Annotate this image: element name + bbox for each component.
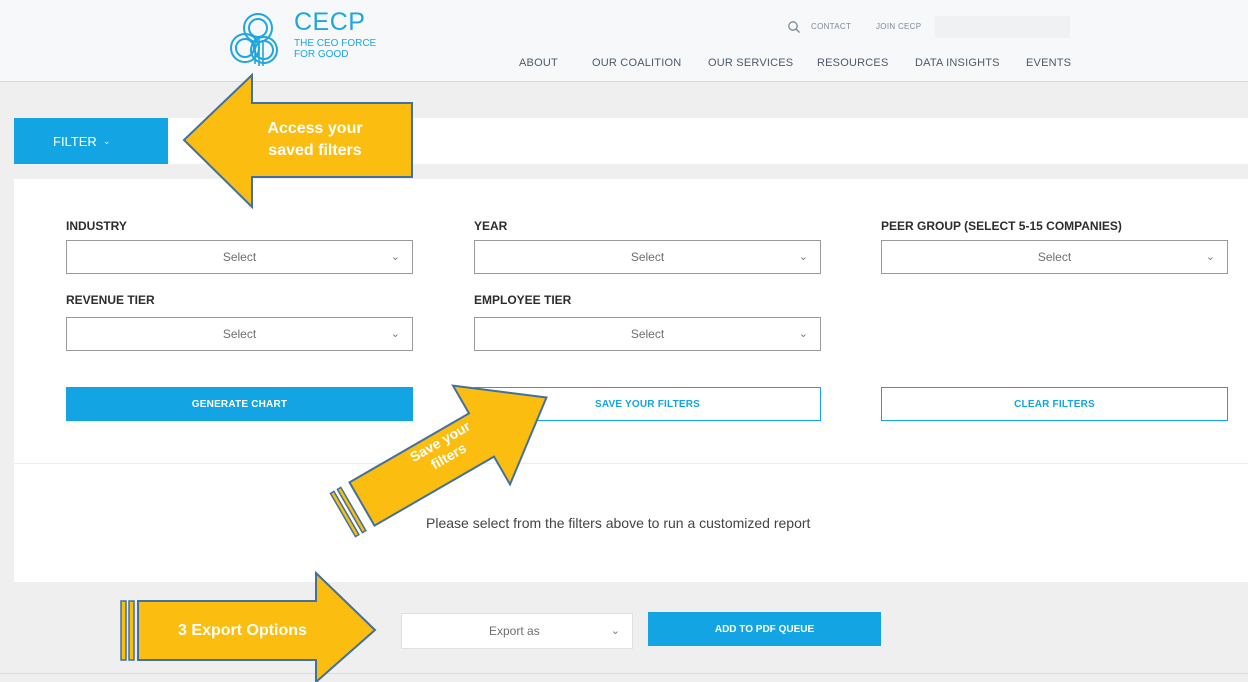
revenue-tier-select-value: Select (222, 327, 257, 341)
filter-button-label: FILTER (53, 133, 97, 149)
peer-group-select-value: Select (1037, 250, 1072, 264)
nav-resources[interactable]: RESOURCES (817, 57, 888, 69)
revenue-tier-select[interactable]: Select ⌄ (66, 317, 413, 351)
callout-export-options-text: 3 Export Options (178, 622, 307, 639)
search-icon[interactable] (787, 20, 801, 34)
chevron-down-icon: ⌄ (610, 625, 620, 637)
brand-name: CECP (294, 8, 366, 36)
year-select[interactable]: Select ⌄ (474, 240, 821, 274)
empty-report-message: Please select from the filters above to … (426, 515, 811, 531)
employee-tier-select-value: Select (630, 327, 665, 341)
panel-divider (14, 463, 1248, 464)
filter-panel: INDUSTRY Select ⌄ YEAR Select ⌄ PEER GRO… (14, 179, 1248, 582)
industry-label: INDUSTRY (66, 219, 127, 233)
contact-link[interactable]: CONTACT (811, 22, 851, 31)
industry-select-value: Select (222, 250, 257, 264)
nav-events[interactable]: EVENTS (1026, 57, 1071, 69)
filter-menu-button[interactable]: FILTER ⌄ (14, 118, 168, 164)
logo-rings-icon (230, 13, 278, 66)
site-header: CECP THE CEO FORCE FOR GOOD CONTACT JOIN… (0, 0, 1248, 82)
nav-our-services[interactable]: OUR SERVICES (708, 57, 793, 69)
callout-arrow-right (120, 570, 377, 682)
nav-our-coalition[interactable]: OUR COALITION (592, 57, 681, 69)
nav-about[interactable]: ABOUT (519, 57, 558, 69)
save-filters-button[interactable]: SAVE YOUR FILTERS (474, 387, 821, 421)
chevron-down-icon: ⌄ (390, 251, 400, 263)
export-as-select[interactable]: Export as ⌄ (401, 613, 633, 649)
join-cecp-link[interactable]: JOIN CECP (876, 22, 921, 31)
footer-divider (0, 673, 1248, 674)
year-label: YEAR (474, 219, 508, 233)
employee-tier-select[interactable]: Select ⌄ (474, 317, 821, 351)
clear-filters-button[interactable]: CLEAR FILTERS (881, 387, 1228, 421)
header-login-area[interactable] (935, 16, 1070, 38)
chevron-down-icon: ⌄ (390, 328, 400, 340)
employee-tier-label: EMPLOYEE TIER (474, 293, 572, 307)
peer-group-label: PEER GROUP (SELECT 5-15 COMPANIES) (881, 219, 1122, 233)
export-as-value: Export as (489, 624, 540, 638)
industry-select[interactable]: Select ⌄ (66, 240, 413, 274)
filter-bar: FILTER ⌄ (14, 118, 1248, 164)
chevron-down-icon: ⌄ (102, 135, 111, 146)
chevron-down-icon: ⌄ (798, 328, 808, 340)
peer-group-select[interactable]: Select ⌄ (881, 240, 1228, 274)
revenue-tier-label: REVENUE TIER (66, 293, 155, 307)
year-select-value: Select (630, 250, 665, 264)
cecp-logo[interactable]: CECP THE CEO FORCE FOR GOOD (228, 8, 378, 72)
nav-data-insights[interactable]: DATA INSIGHTS (915, 57, 1000, 69)
generate-chart-button[interactable]: GENERATE CHART (66, 387, 413, 421)
add-to-pdf-queue-button[interactable]: ADD TO PDF QUEUE (648, 612, 881, 646)
chevron-down-icon: ⌄ (798, 251, 808, 263)
brand-tagline: THE CEO FORCE FOR GOOD (294, 38, 377, 60)
chevron-down-icon: ⌄ (1205, 251, 1215, 263)
